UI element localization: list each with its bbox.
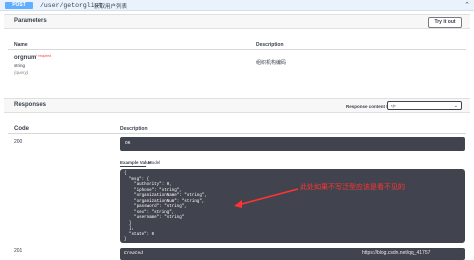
code-line: "authority": 0, [124,183,172,187]
response-description-header: Description [120,126,148,132]
code-line: "state": 0 [124,232,155,237]
required-marker: * required [36,54,52,58]
param-type: string [14,63,26,68]
code-line: } [124,238,127,242]
watermark: https://blog.csdn.net/qq_41757 [362,250,431,256]
operation-summary-bar[interactable]: POST /user/getorglist 获取用户列表 ⌃ [0,0,474,11]
code-line: { [124,172,127,176]
response-200-description: OK [120,137,465,151]
code-line: "msg": { [124,177,150,182]
response-code-200: 200 [14,139,23,145]
name-column-header: Name [14,42,28,48]
parameters-title: Parameters [14,18,47,24]
tab-example-value[interactable]: Example Value [120,160,152,165]
code-line: "sex": "string", [124,210,175,215]
code-line: "iphone": "string", [124,188,182,193]
response-201-text: Created [124,251,143,256]
param-name: orgnum [14,55,37,61]
code-line: ], [124,227,135,231]
response-content-type-select[interactable]: */* ⌄ [387,101,462,110]
code-line: "organizationNum": "string", [124,199,205,204]
code-line: "username": "string" [124,216,185,220]
param-location: (query) [14,70,29,75]
param-description: 组织机构编码 [256,60,287,66]
divider [8,133,466,134]
active-tab-indicator [120,166,146,167]
swagger-operation-panel: POST /user/getorglist 获取用户列表 ⌃ Parameter… [0,0,474,260]
code-column-header: Code [14,126,29,132]
response-code-201: 201 [14,248,23,254]
description-column-header: Description [256,42,284,48]
responses-title: Responses [14,102,47,108]
http-method-badge: POST [5,2,33,9]
code-line: "organizationName": "string", [124,194,207,198]
code-line: } [124,221,132,226]
chevron-up-icon[interactable]: ⌃ [464,1,470,9]
annotation-text: 此处如果不写泛型应该是看不见的 [300,183,405,191]
arrow-icon [234,188,299,208]
response-200-text: OK [125,141,131,146]
operation-description: 获取用户列表 [94,4,128,10]
tab-model[interactable]: Model [148,160,160,165]
try-it-out-button[interactable]: Try it out [428,17,462,28]
parameters-header: Parameters Try it out [4,14,470,29]
chevron-down-icon: ⌄ [453,103,458,109]
code-line: "password": "string", [124,205,187,209]
divider [8,49,466,50]
selected-content-type: */* [391,104,396,109]
